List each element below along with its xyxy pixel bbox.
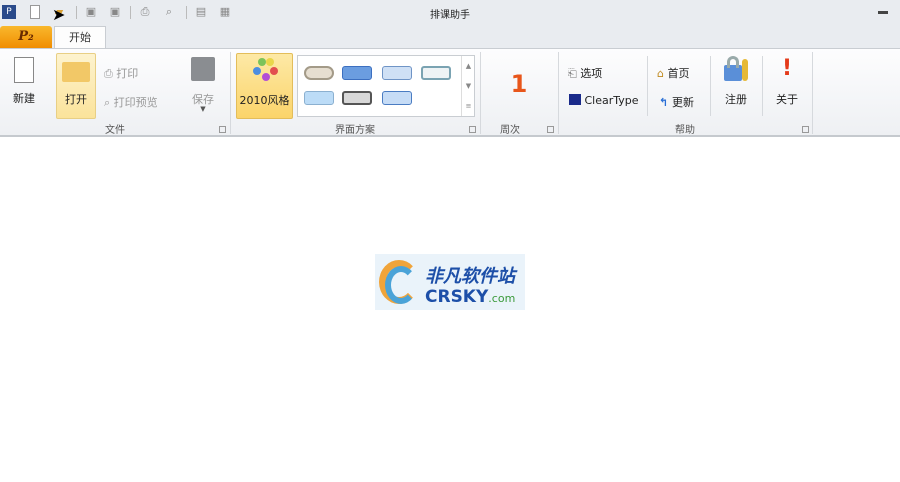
about-button[interactable]: ! 关于 [768, 55, 806, 117]
theme-swatch[interactable] [304, 66, 334, 80]
options-label: 选项 [580, 67, 603, 80]
print-preview-icon: ⌕ [104, 96, 114, 109]
divider [762, 56, 763, 116]
group-label-week: 周次 [500, 125, 520, 136]
print-label: 打印 [116, 67, 139, 80]
group-label-theme: 界面方案 [335, 125, 375, 136]
save-button[interactable]: 保存 ▼ [184, 55, 222, 117]
print-preview-label: 打印预览 [113, 96, 158, 109]
expand-gallery-icon[interactable]: ≡ [462, 96, 475, 116]
cleartype-label: ClearType [584, 94, 639, 107]
window-title: 排课助手 [430, 10, 470, 21]
scroll-down-icon[interactable]: ▼ [462, 76, 475, 96]
logo-domain: .com [488, 292, 516, 305]
new-button[interactable]: 新建 [6, 54, 42, 118]
color-dots-icon [252, 58, 278, 82]
theme-swatch[interactable] [382, 66, 412, 80]
open-folder-icon [62, 62, 90, 82]
week-number[interactable]: 1 [480, 70, 558, 98]
logo-text-en: CRSKY.com [425, 287, 515, 307]
dialog-launcher-icon[interactable] [219, 126, 226, 133]
divider [186, 6, 187, 19]
dialog-launcher-icon[interactable] [547, 126, 554, 133]
options-button[interactable]: ⎗ 选项 [568, 65, 602, 81]
minimize-icon[interactable] [878, 11, 888, 14]
divider [130, 6, 131, 19]
mouse-cursor-icon: ➤ [52, 5, 66, 24]
divider [76, 6, 77, 19]
homepage-button[interactable]: ⌂ 首页 [657, 65, 689, 81]
cleartype-icon [569, 94, 581, 105]
new-doc-icon[interactable] [30, 5, 40, 19]
register-button[interactable]: 注册 [716, 55, 756, 117]
print-preview-button[interactable]: ⌕ 打印预览 [104, 94, 158, 110]
theme-swatch[interactable] [342, 66, 372, 80]
dialog-launcher-icon[interactable] [802, 126, 809, 133]
update-button[interactable]: ↰ 更新 [659, 94, 694, 110]
logo-swoosh-icon [385, 266, 417, 304]
logo-text-cn: 非凡软件站 [425, 266, 515, 287]
open-button[interactable]: 打开 [56, 53, 96, 119]
divider [647, 56, 648, 116]
theme-gallery: ▲ ▼ ≡ [297, 55, 475, 117]
save-icon [191, 57, 215, 81]
theme-swatch[interactable] [421, 66, 451, 80]
cleartype-button[interactable]: ClearType [569, 94, 639, 107]
print-preview-icon[interactable]: ⌕ [162, 5, 176, 19]
new-doc-icon [14, 57, 34, 83]
options-icon[interactable]: ▤ [194, 5, 208, 19]
group-label-help: 帮助 [675, 125, 695, 136]
home-icon: ⌂ [657, 67, 668, 80]
dialog-launcher-icon[interactable] [469, 126, 476, 133]
options-icon: ⎗ [568, 67, 581, 80]
dropdown-arrow-icon: ▼ [200, 105, 206, 113]
exclamation-icon: ! [781, 56, 793, 81]
style-2010-button[interactable]: 2010风格 [236, 53, 293, 119]
divider [710, 56, 711, 116]
gallery-scroll[interactable]: ▲ ▼ ≡ [461, 56, 475, 116]
theme-swatch[interactable] [304, 91, 334, 105]
crsky-logo: 非凡软件站 CRSKY.com [375, 254, 525, 310]
print-icon: ⎙ [104, 67, 117, 80]
lock-key-icon [722, 55, 750, 83]
register-label: 注册 [725, 93, 747, 106]
app-icon[interactable]: P [2, 5, 16, 19]
refresh-icon: ↰ [659, 96, 673, 109]
tab-file[interactable]: P₂ [0, 26, 52, 49]
save-as-icon[interactable]: ▣ [108, 5, 122, 19]
grid-icon[interactable]: ▦ [218, 5, 232, 19]
theme-swatch[interactable] [342, 91, 372, 105]
print-button[interactable]: ⎙ 打印 [104, 65, 138, 81]
print-icon[interactable]: ⎙ [138, 5, 152, 19]
homepage-label: 首页 [667, 67, 690, 80]
theme-swatch[interactable] [382, 91, 412, 105]
tab-bar [0, 25, 900, 49]
logo-en: CRSKY [425, 287, 489, 307]
scroll-up-icon[interactable]: ▲ [462, 56, 475, 76]
group-label-file: 文件 [105, 125, 125, 136]
update-label: 更新 [672, 96, 695, 109]
open-label: 打开 [65, 93, 87, 106]
divider [812, 52, 813, 134]
style-2010-label: 2010风格 [239, 94, 290, 107]
save-icon[interactable]: ▣ [84, 5, 98, 19]
about-label: 关于 [776, 93, 798, 106]
new-label: 新建 [13, 92, 35, 105]
tab-home[interactable]: 开始 [54, 26, 106, 49]
